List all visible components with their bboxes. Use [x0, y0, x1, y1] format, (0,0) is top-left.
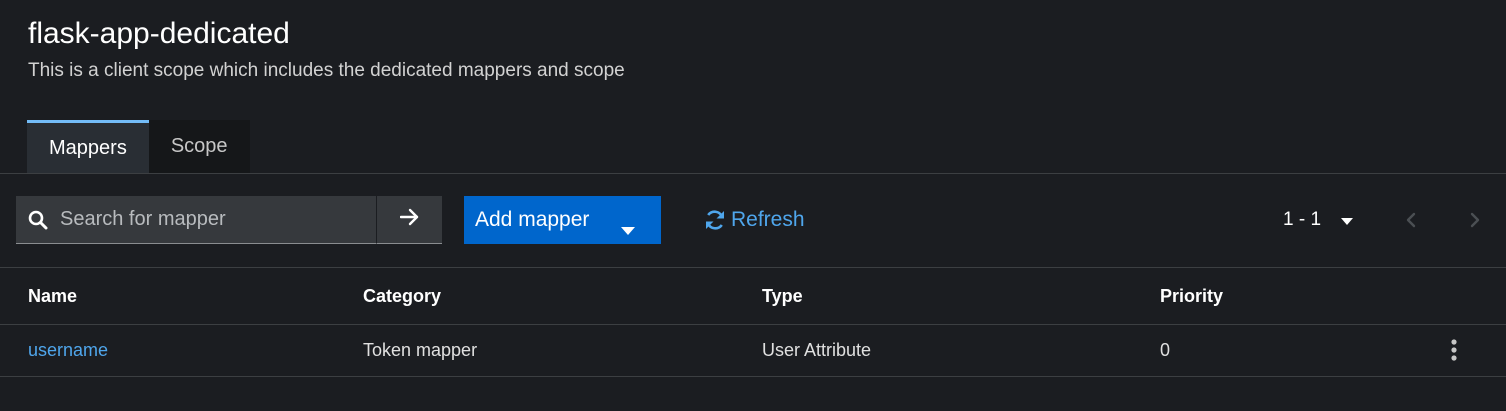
page-title: flask-app-dedicated — [28, 17, 290, 50]
column-header-category: Category — [363, 285, 442, 306]
toolbar: Add mapper Refresh 1 - 1 — [0, 196, 1506, 244]
angle-left-icon — [1406, 212, 1416, 228]
refresh-label: Refresh — [731, 208, 805, 231]
page-subtitle: This is a client scope which includes th… — [28, 60, 625, 81]
tab-bar: Mappers Scope — [27, 120, 250, 173]
pagination-label: 1 - 1 — [1283, 209, 1322, 230]
pagination-toggle[interactable]: 1 - 1 — [1283, 196, 1354, 244]
column-header-priority: Priority — [1160, 285, 1224, 306]
next-page-button[interactable] — [1464, 196, 1486, 244]
client-scope-page: flask-app-dedicated This is a client sco… — [0, 0, 1506, 411]
table-bottom-divider — [0, 376, 1506, 377]
search-submit-button[interactable] — [376, 196, 442, 244]
add-mapper-button[interactable]: Add mapper — [464, 196, 661, 244]
angle-right-icon — [1470, 212, 1480, 228]
previous-page-button[interactable] — [1400, 196, 1422, 244]
mapper-priority: 0 — [1160, 340, 1171, 360]
tab-mappers[interactable]: Mappers — [27, 120, 149, 173]
mapper-name-link[interactable]: username — [28, 325, 108, 376]
search-icon — [16, 210, 60, 230]
search-input[interactable] — [60, 196, 376, 243]
table-header: Name Category Type Priority — [0, 268, 1506, 324]
tab-scope[interactable]: Scope — [148, 120, 250, 173]
mapper-category: Token mapper — [363, 340, 478, 360]
arrow-right-icon — [399, 208, 420, 231]
add-mapper-label: Add mapper — [475, 208, 590, 231]
page-header: flask-app-dedicated This is a client sco… — [28, 14, 625, 84]
caret-down-icon — [621, 217, 635, 241]
search-box — [16, 196, 376, 244]
tabs-divider — [0, 173, 1506, 174]
column-header-type: Type — [762, 285, 803, 306]
table-row: username Token mapper User Attribute 0 — [0, 325, 1506, 376]
caret-down-icon — [1341, 209, 1354, 231]
mapper-type: User Attribute — [762, 340, 872, 360]
kebab-menu-icon — [1451, 339, 1457, 361]
refresh-button[interactable]: Refresh — [704, 196, 805, 244]
sync-icon — [706, 210, 724, 230]
row-actions-button[interactable] — [1444, 337, 1464, 363]
column-header-name: Name — [28, 285, 78, 306]
